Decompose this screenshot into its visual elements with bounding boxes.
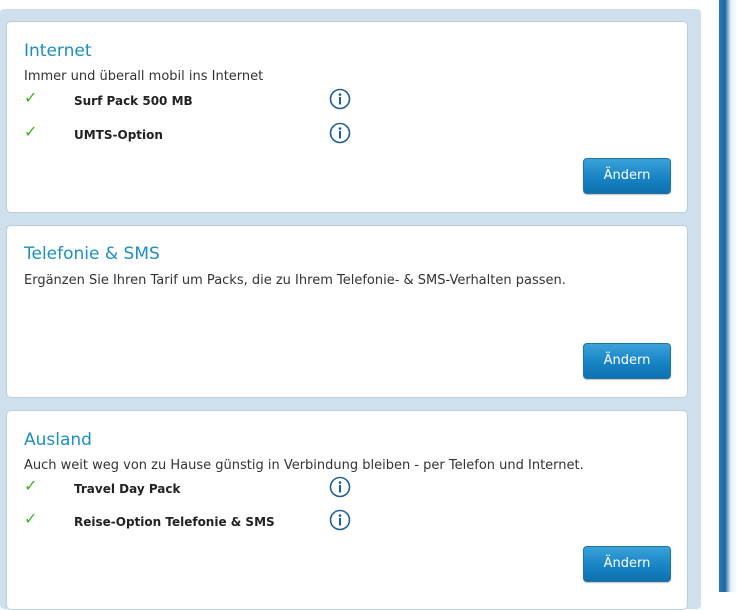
list-item: ✓ Surf Pack 500 MB bbox=[7, 88, 687, 118]
option-label: Reise-Option Telefonie & SMS bbox=[74, 515, 275, 529]
section-title: Internet bbox=[24, 41, 92, 61]
checkmark-icon: ✓ bbox=[24, 122, 38, 141]
list-item: ✓ Reise-Option Telefonie & SMS bbox=[7, 509, 687, 539]
change-button[interactable]: Ändern bbox=[583, 158, 671, 194]
checkmark-icon: ✓ bbox=[24, 509, 38, 528]
checkmark-icon: ✓ bbox=[24, 88, 38, 107]
section-title: Ausland bbox=[24, 430, 92, 450]
info-icon[interactable] bbox=[329, 476, 351, 498]
list-item: ✓ UMTS-Option bbox=[7, 122, 687, 152]
change-button[interactable]: Ändern bbox=[583, 546, 671, 582]
info-icon[interactable] bbox=[329, 88, 351, 110]
option-label: UMTS-Option bbox=[74, 128, 163, 142]
info-icon[interactable] bbox=[329, 509, 351, 531]
info-icon[interactable] bbox=[329, 122, 351, 144]
telephony-sms-section: Telefonie & SMS Ergänzen Sie Ihren Tarif… bbox=[6, 225, 688, 398]
section-title: Telefonie & SMS bbox=[24, 244, 160, 264]
checkmark-icon: ✓ bbox=[24, 476, 38, 495]
page-edge-bar bbox=[719, 0, 737, 592]
section-description: Auch weit weg von zu Hause günstig in Ve… bbox=[24, 458, 584, 473]
internet-section: Internet Immer und überall mobil ins Int… bbox=[6, 21, 688, 213]
option-label: Travel Day Pack bbox=[74, 482, 181, 496]
change-button[interactable]: Ändern bbox=[583, 343, 671, 379]
abroad-section: Ausland Auch weit weg von zu Hause günst… bbox=[6, 410, 688, 610]
list-item: ✓ Travel Day Pack bbox=[7, 476, 687, 506]
section-description: Immer und überall mobil ins Internet bbox=[24, 69, 264, 84]
option-label: Surf Pack 500 MB bbox=[74, 94, 193, 108]
section-description: Ergänzen Sie Ihren Tarif um Packs, die z… bbox=[24, 273, 566, 288]
